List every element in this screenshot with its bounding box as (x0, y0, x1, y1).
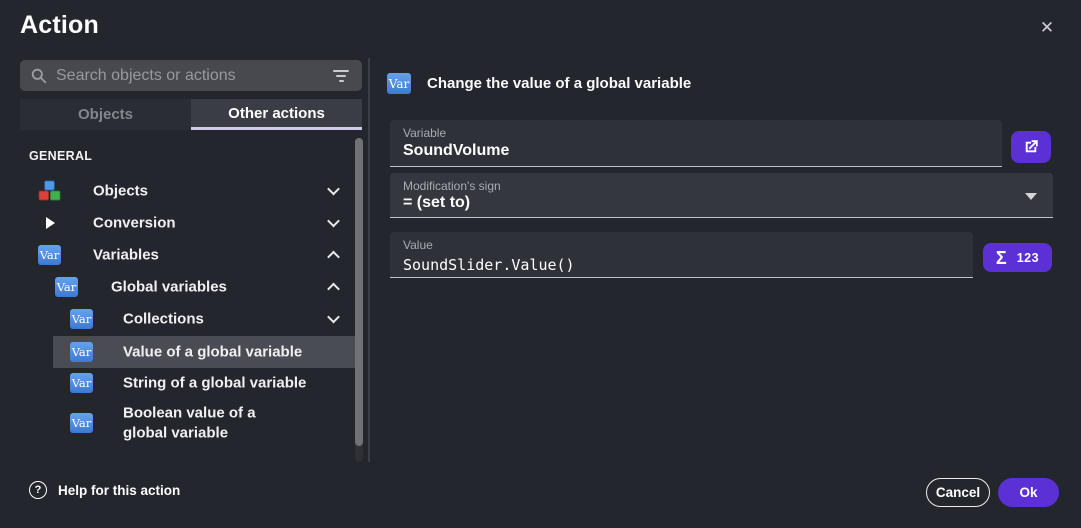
modification-sign-select[interactable]: Modification's sign = (set to) (390, 173, 1053, 218)
action-title: Change the value of a global variable (427, 75, 691, 92)
help-icon: ? (29, 481, 47, 499)
var-icon: Var (38, 245, 61, 265)
tree-item-label: Value of a global variable (123, 342, 302, 362)
tree-item-objects[interactable]: Objects (20, 175, 356, 207)
tree-item-label: Objects (93, 181, 148, 201)
var-icon: Var (70, 342, 93, 362)
tree-item-global-variables[interactable]: Var Global variables (20, 271, 356, 303)
tree-scrollbar[interactable] (355, 138, 363, 462)
play-triangle-icon (46, 217, 55, 229)
close-icon[interactable]: ✕ (1032, 13, 1062, 43)
tree-item-value-of-global-variable[interactable]: Var Value of a global variable (20, 336, 356, 368)
tree-item-variables[interactable]: Var Variables (20, 239, 356, 271)
tree-item-conversion[interactable]: Conversion (20, 207, 356, 239)
tree-item-boolean-of-global-variable[interactable]: Var Boolean value of a global variable (20, 399, 356, 447)
expression-builder-button[interactable]: Σ 123 (983, 243, 1052, 272)
field-label: Value (403, 238, 433, 252)
tree-item-string-of-global-variable[interactable]: Var String of a global variable (20, 367, 356, 399)
tree-group-label: GENERAL (29, 149, 92, 163)
chevron-up-icon[interactable] (327, 283, 340, 296)
variable-field[interactable]: Variable SoundVolume (390, 120, 1002, 167)
chevron-down-icon[interactable] (327, 311, 340, 324)
numbers-badge: 123 (1017, 251, 1039, 265)
var-icon: Var (387, 73, 411, 94)
search-bar[interactable] (20, 60, 362, 91)
scrollbar-thumb[interactable] (355, 138, 363, 446)
sign-value: = (set to) (403, 194, 470, 212)
search-icon (31, 68, 47, 84)
tree-item-label: Boolean value of a global variable (123, 404, 301, 443)
actions-tree: GENERAL Objects Conversion Var Variables (20, 135, 356, 465)
tree-item-label: String of a global variable (123, 373, 306, 393)
cancel-button[interactable]: Cancel (926, 478, 990, 507)
variable-value[interactable]: SoundVolume (403, 142, 509, 160)
var-icon: Var (70, 373, 93, 393)
objects-cubes-icon (38, 181, 61, 202)
value-expression[interactable]: SoundSlider.Value() (403, 256, 575, 274)
tree-item-label: Variables (93, 245, 159, 265)
ok-button[interactable]: Ok (998, 478, 1059, 507)
chevron-down-icon[interactable] (327, 183, 340, 196)
field-label: Variable (403, 126, 446, 140)
chevron-down-icon[interactable] (327, 215, 340, 228)
action-dialog: Action ✕ Objects Other actions GENERAL (0, 0, 1081, 528)
var-icon: Var (55, 277, 78, 297)
panel-divider (368, 58, 370, 462)
help-link[interactable]: ? Help for this action (29, 481, 180, 499)
action-header: Var Change the value of a global variabl… (387, 73, 691, 94)
var-icon: Var (70, 309, 93, 329)
chevron-down-icon[interactable] (1025, 193, 1037, 200)
tree-item-label: Global variables (111, 277, 227, 297)
open-variable-editor-button[interactable] (1011, 131, 1051, 163)
tab-objects[interactable]: Objects (20, 99, 191, 130)
var-icon: Var (70, 413, 93, 433)
field-label: Modification's sign (403, 179, 501, 193)
sigma-icon: Σ (996, 249, 1007, 267)
tab-other-actions[interactable]: Other actions (191, 99, 362, 130)
tree-item-label: Collections (123, 309, 204, 329)
search-input[interactable] (56, 67, 322, 85)
tree-item-label: Conversion (93, 213, 176, 233)
help-label: Help for this action (58, 483, 180, 498)
tree-item-collections[interactable]: Var Collections (20, 303, 356, 335)
chevron-up-icon[interactable] (327, 251, 340, 264)
filter-icon[interactable] (331, 66, 351, 86)
page-title: Action (20, 11, 99, 40)
external-link-icon (1022, 138, 1040, 156)
tab-bar: Objects Other actions (20, 99, 362, 130)
value-field[interactable]: Value SoundSlider.Value() (390, 232, 973, 278)
